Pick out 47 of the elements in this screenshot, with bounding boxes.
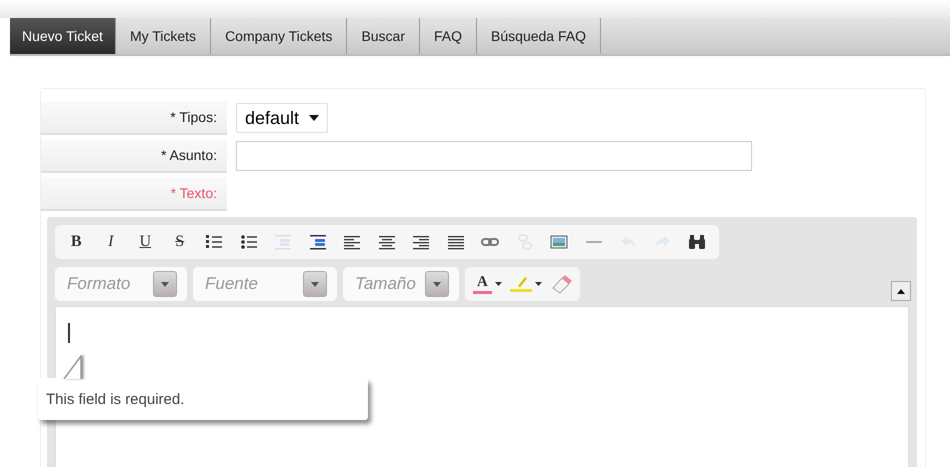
caret-icon <box>433 282 441 286</box>
field-label: * Texto: <box>41 177 227 211</box>
bullet-list-icon <box>240 234 258 250</box>
text-cursor <box>68 323 70 343</box>
rule-icon <box>584 240 603 244</box>
caret-icon <box>311 282 319 286</box>
tab[interactable]: Búsqueda FAQ <box>477 18 601 54</box>
outdent-icon <box>274 234 292 250</box>
tab[interactable]: FAQ <box>420 18 478 54</box>
tab[interactable]: Company Tickets <box>211 18 348 54</box>
combo-field[interactable]: Fuente <box>193 267 337 301</box>
eraser-icon <box>550 274 572 294</box>
collapse-icon <box>897 288 905 294</box>
subject-field[interactable] <box>236 141 752 171</box>
underline-button[interactable]: U <box>128 227 162 257</box>
highlighter-icon <box>510 276 532 292</box>
combo-input[interactable]: Fuente <box>203 273 303 295</box>
dropdown-button[interactable] <box>303 271 327 297</box>
dropdown-button[interactable] <box>425 271 449 297</box>
caret-icon <box>161 282 169 286</box>
image-icon <box>550 234 568 250</box>
tooltip-text: This field is required. <box>46 390 184 408</box>
combo-field[interactable]: Tamaño <box>343 267 459 301</box>
caret-icon <box>494 282 502 286</box>
align-center-icon <box>378 234 396 250</box>
ordered-list-icon <box>205 234 224 250</box>
field-label: * Tipos: <box>41 101 227 135</box>
align-right-icon <box>412 234 430 250</box>
tab[interactable]: Buscar <box>347 18 420 54</box>
bold-button[interactable]: B <box>59 227 94 257</box>
tab[interactable]: Nuevo Ticket <box>10 18 116 54</box>
indent-icon <box>308 234 327 250</box>
align-left-icon <box>343 234 362 250</box>
type-dropdown[interactable]: default <box>236 103 328 133</box>
strike-button[interactable]: S <box>162 227 197 257</box>
tab[interactable]: My Tickets <box>116 18 212 54</box>
caret-icon <box>534 282 542 286</box>
justify-icon <box>446 234 465 250</box>
dropdown-button[interactable] <box>153 271 177 297</box>
field-label: * Asunto: <box>41 139 227 173</box>
collapse-button[interactable] <box>891 281 911 301</box>
combo-input[interactable]: Tamaño <box>353 273 425 295</box>
find-icon <box>688 234 706 250</box>
italic-button[interactable]: I <box>94 227 128 257</box>
caret-icon <box>309 115 320 121</box>
combo-input[interactable]: Formato <box>65 273 153 295</box>
combo-field[interactable]: Formato <box>55 267 187 301</box>
